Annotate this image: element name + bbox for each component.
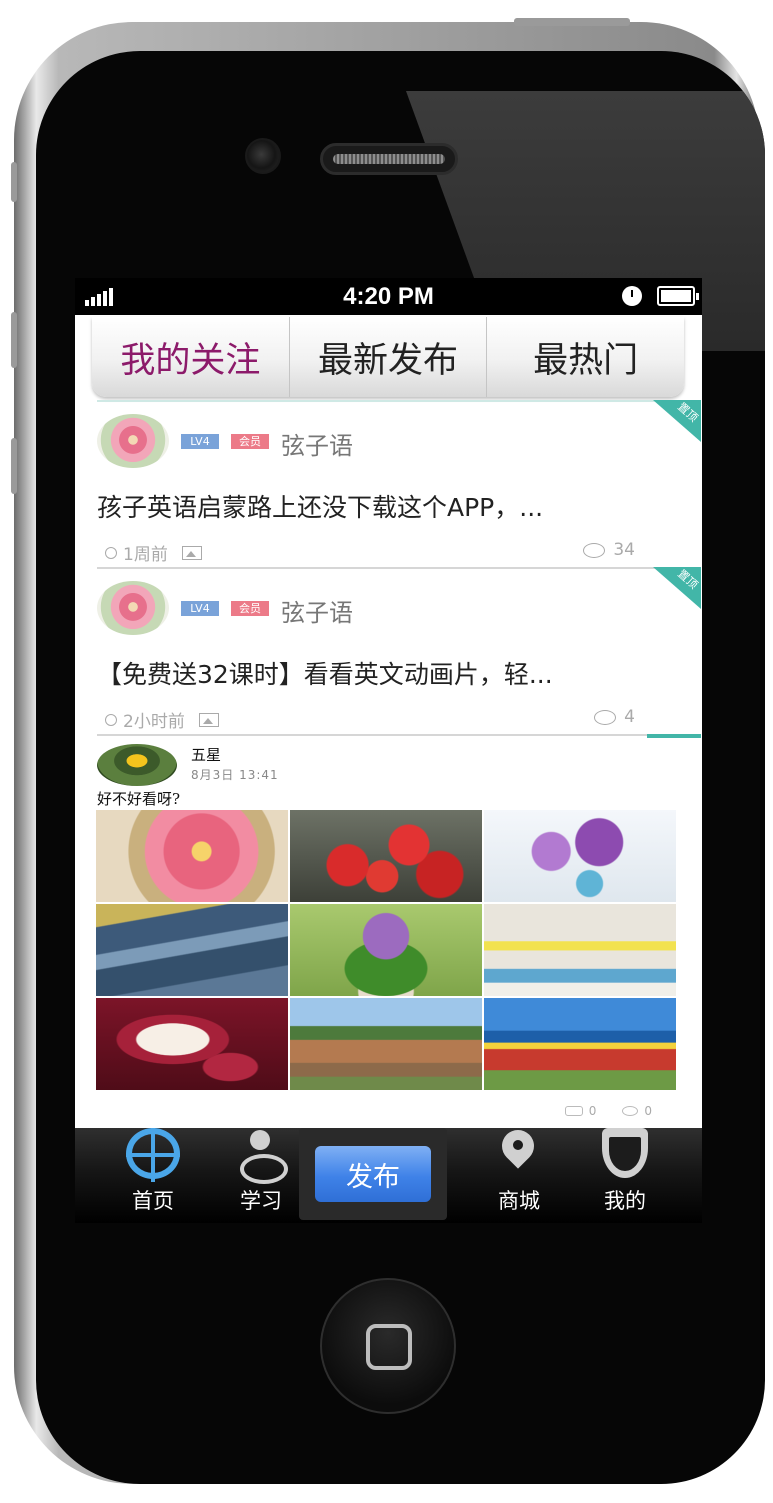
tab-latest[interactable]: 最新发布 <box>290 317 488 397</box>
avatar[interactable] <box>97 581 169 635</box>
comment-count-value: 4 <box>624 707 635 727</box>
tabbar-label-shop: 商城 <box>498 1189 540 1213</box>
app-screen: 4:20 PM 我的关注 最新发布 最热门 置顶 LV4 会员 弦子语 孩子英语… <box>75 278 702 1223</box>
mute-switch <box>11 162 17 202</box>
status-bar: 4:20 PM <box>75 278 702 315</box>
photo-red-velvet-cake[interactable] <box>96 998 288 1090</box>
tabbar-item-me[interactable]: 我的 <box>597 1128 653 1223</box>
image-icon <box>181 545 202 560</box>
post-meta: 2小时前 <box>105 707 219 732</box>
member-badge: 会员 <box>231 434 269 449</box>
tabbar-item-study[interactable]: 学习 <box>233 1128 289 1223</box>
post-divider <box>97 734 701 736</box>
earpiece-speaker <box>320 143 458 175</box>
map-pin-icon <box>492 1128 546 1179</box>
tabbar-item-home[interactable]: 首页 <box>125 1128 181 1223</box>
post-divider <box>97 567 701 569</box>
home-button[interactable] <box>320 1278 456 1414</box>
comment-bubble-icon <box>622 1106 639 1116</box>
photo-memorial-hall[interactable] <box>484 998 676 1090</box>
like-count-value: 0 <box>588 1104 597 1118</box>
photo-strawberries[interactable] <box>290 810 482 902</box>
joystick-icon <box>234 1128 288 1184</box>
post-title[interactable]: 孩子英语启蒙路上还没下载这个APP，... <box>97 488 677 524</box>
battery-icon <box>657 286 699 306</box>
photo-grid <box>96 810 676 1092</box>
publish-button-container: 发布 <box>299 1128 447 1220</box>
post-date: 8月3日 13:41 <box>191 768 279 782</box>
post-card[interactable]: 置顶 LV4 会员 弦子语 孩子英语启蒙路上还没下载这个APP，... 1周前 … <box>97 400 701 568</box>
level-badge: LV4 <box>181 434 219 449</box>
tabbar-label-home: 首页 <box>132 1189 174 1213</box>
tabbar-label-study: 学习 <box>240 1189 282 1213</box>
comment-count[interactable]: 34 <box>583 540 635 560</box>
username[interactable]: 弦子语 <box>281 593 353 628</box>
comment-bubble-icon <box>594 709 617 725</box>
photo-purple-flowers[interactable] <box>484 810 676 902</box>
power-button <box>514 18 630 26</box>
volume-down-button <box>11 438 17 494</box>
comment-count-value: 34 <box>613 540 635 560</box>
crosshair-icon <box>126 1128 180 1182</box>
post-text[interactable]: 好不好看呀? <box>97 788 180 809</box>
image-icon <box>198 712 219 727</box>
feed-tabs: 我的关注 最新发布 最热门 <box>92 317 684 397</box>
photo-stone-monastery[interactable] <box>290 998 482 1090</box>
tabbar-item-shop[interactable]: 商城 <box>491 1128 547 1223</box>
username[interactable]: 五星 <box>191 744 221 765</box>
clock-icon <box>105 713 117 726</box>
home-square-icon <box>366 1324 412 1370</box>
tab-my-follows[interactable]: 我的关注 <box>92 317 290 397</box>
comment-count[interactable]: 0 <box>622 1104 652 1118</box>
publish-button[interactable]: 发布 <box>315 1146 431 1202</box>
comment-count[interactable]: 4 <box>594 707 635 727</box>
photo-potted-flowers[interactable] <box>290 904 482 996</box>
comment-count-value: 0 <box>644 1104 652 1118</box>
tabbar-label-me: 我的 <box>604 1189 646 1213</box>
post-meta: 1周前 <box>105 540 202 565</box>
photo-rocky-river[interactable] <box>96 904 288 996</box>
post-divider <box>97 400 701 402</box>
post-time: 1周前 <box>123 545 168 565</box>
post-card[interactable]: 置顶 LV4 会员 弦子语 【免费送32课时】看看英文动画片，轻... 2小时前… <box>97 567 701 735</box>
bottom-tab-bar: 首页 学习 发布 商城 我的 <box>75 1128 702 1223</box>
avatar[interactable] <box>97 744 177 786</box>
clock-icon <box>105 546 117 559</box>
alarm-clock-icon <box>622 286 642 306</box>
shield-icon <box>598 1128 652 1179</box>
accent-strip <box>647 734 701 738</box>
comment-bubble-icon <box>583 542 606 558</box>
volume-up-button <box>11 312 17 368</box>
level-badge: LV4 <box>181 601 219 616</box>
photo-pink-gerbera[interactable] <box>96 810 288 902</box>
status-time: 4:20 PM <box>343 283 434 310</box>
post-title[interactable]: 【免费送32课时】看看英文动画片，轻... <box>97 655 677 691</box>
post-time: 2小时前 <box>123 712 185 732</box>
thumbs-up-icon <box>564 1106 583 1116</box>
avatar[interactable] <box>97 414 169 468</box>
member-badge: 会员 <box>231 601 269 616</box>
photo-colorful-room[interactable] <box>484 904 676 996</box>
like-count[interactable]: 0 <box>564 1104 597 1118</box>
front-camera <box>245 138 281 174</box>
photo-post-stats: 0 0 <box>564 1104 652 1118</box>
tab-hottest[interactable]: 最热门 <box>487 317 684 397</box>
username[interactable]: 弦子语 <box>281 426 353 461</box>
